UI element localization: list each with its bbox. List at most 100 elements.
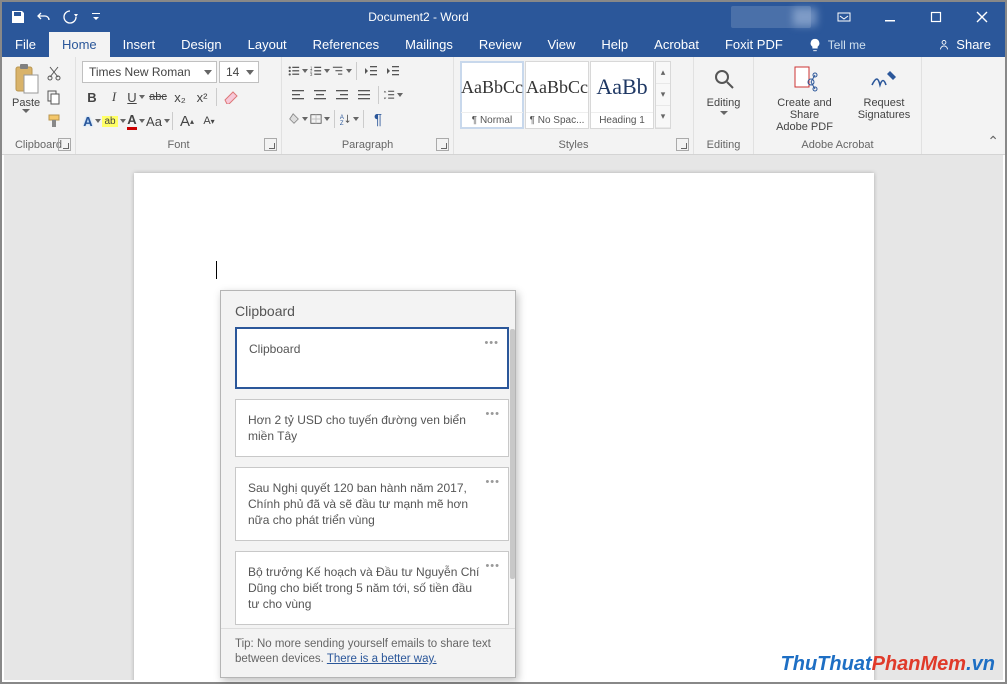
ribbon-tabs: File Home Insert Design Layout Reference… [2,32,1005,57]
create-share-pdf-button[interactable]: Create and Share Adobe PDF [760,61,849,135]
group-editing-label: Editing [700,137,747,154]
clipboard-item[interactable]: Clipboard ••• [235,327,509,389]
user-badge[interactable] [731,6,811,28]
group-font: Times New Roman 14 B I U abc x₂ x² A ab … [76,57,282,154]
ribbon-options-icon[interactable] [821,2,867,32]
decrease-indent-button[interactable] [361,61,381,81]
group-styles: AaBbCc ¶ Normal AaBbCc ¶ No Spac... AaBb… [454,57,694,154]
text-effects-button[interactable]: A [82,111,102,131]
justify-button[interactable] [354,85,374,105]
tab-file[interactable]: File [2,32,49,57]
font-size-combo[interactable]: 14 [219,61,259,83]
quick-access-toolbar [2,7,106,27]
qat-customize-icon[interactable] [86,7,106,27]
redo-icon[interactable] [60,7,80,27]
tellme-search[interactable]: Tell me [796,32,878,57]
tab-references[interactable]: References [300,32,392,57]
cut-button[interactable] [44,63,64,83]
maximize-icon[interactable] [913,2,959,32]
tab-mailings[interactable]: Mailings [392,32,466,57]
clipboard-launcher[interactable] [58,138,71,151]
group-acrobat-label: Adobe Acrobat [760,137,915,154]
show-marks-button[interactable]: ¶ [368,109,388,129]
clipboard-tip: Tip: No more sending yourself emails to … [221,628,515,677]
highlight-button[interactable]: ab [104,111,124,131]
italic-button[interactable]: I [104,87,124,107]
tab-layout[interactable]: Layout [235,32,300,57]
undo-icon[interactable] [34,7,54,27]
group-paragraph: 123 AZ ¶ Parag [282,57,454,154]
align-center-button[interactable] [310,85,330,105]
editing-label: Editing [707,97,741,109]
font-name-combo[interactable]: Times New Roman [82,61,217,83]
font-launcher[interactable] [264,138,277,151]
tab-acrobat[interactable]: Acrobat [641,32,712,57]
styles-launcher[interactable] [676,138,689,151]
tab-home[interactable]: Home [49,32,110,57]
shrink-font-button[interactable]: A▾ [199,111,219,131]
clipboard-item[interactable]: Sau Nghị quyết 120 ban hành năm 2017, Ch… [235,467,509,541]
request-sig-label: Request Signatures [858,97,911,121]
align-right-button[interactable] [332,85,352,105]
tab-insert[interactable]: Insert [110,32,169,57]
clipboard-item[interactable]: Hơn 2 tỷ USD cho tuyến đường ven biển mi… [235,399,509,457]
svg-text:Z: Z [340,121,344,126]
paragraph-launcher[interactable] [436,138,449,151]
clipboard-list: Clipboard ••• Hơn 2 tỷ USD cho tuyến đườ… [221,327,515,628]
underline-button[interactable]: U [126,87,146,107]
strike-button[interactable]: abc [148,87,168,107]
style-heading1[interactable]: AaBb Heading 1 [590,61,654,129]
item-menu-icon[interactable]: ••• [485,406,500,422]
bullets-button[interactable] [288,61,308,81]
subscript-button[interactable]: x₂ [170,87,190,107]
ribbon: Paste Clipboard Times New Roman 14 B I U… [2,57,1005,155]
share-button[interactable]: Share [923,32,1005,57]
bold-button[interactable]: B [82,87,102,107]
item-menu-icon[interactable]: ••• [485,474,500,490]
numbering-button[interactable]: 123 [310,61,330,81]
clear-formatting-button[interactable] [221,87,241,107]
increase-indent-button[interactable] [383,61,403,81]
tab-help[interactable]: Help [588,32,641,57]
shading-button[interactable] [288,109,308,129]
titlebar: Document2 - Word [2,2,1005,32]
item-menu-icon[interactable]: ••• [484,335,499,351]
format-painter-button[interactable] [44,111,64,131]
group-acrobat: Create and Share Adobe PDF Request Signa… [754,57,922,154]
pdf-share-icon [791,65,819,93]
minimize-icon[interactable] [867,2,913,32]
editing-button[interactable]: Editing [700,61,747,118]
share-icon [937,38,951,52]
align-left-button[interactable] [288,85,308,105]
superscript-button[interactable]: x² [192,87,212,107]
window-title: Document2 - Word [106,10,731,24]
collapse-ribbon-icon[interactable]: ⌃ [987,133,999,150]
copy-button[interactable] [44,87,64,107]
tab-design[interactable]: Design [168,32,234,57]
grow-font-button[interactable]: A▴ [177,111,197,131]
style-normal[interactable]: AaBbCc ¶ Normal [460,61,524,129]
group-font-label: Font [82,137,275,154]
styles-gallery-more[interactable]: ▴▾▾ [655,61,671,129]
tip-link[interactable]: There is a better way. [327,653,437,665]
request-signatures-button[interactable]: Request Signatures [853,61,915,123]
change-case-button[interactable]: Aa [148,111,168,131]
line-spacing-button[interactable] [383,85,403,105]
svg-text:A: A [340,115,344,121]
tab-view[interactable]: View [534,32,588,57]
tab-review[interactable]: Review [466,32,535,57]
save-icon[interactable] [8,7,28,27]
multilevel-button[interactable] [332,61,352,81]
paste-button[interactable]: Paste [8,61,44,116]
group-styles-label: Styles [460,137,687,154]
svg-text:3: 3 [310,72,313,77]
sort-button[interactable]: AZ [339,109,359,129]
clipboard-item[interactable]: Bộ trưởng Kế hoạch và Đầu tư Nguyễn Chí … [235,551,509,625]
style-no-spacing[interactable]: AaBbCc ¶ No Spac... [525,61,589,129]
borders-button[interactable] [310,109,330,129]
close-icon[interactable] [959,2,1005,32]
font-color-button[interactable]: A [126,111,146,131]
scrollbar[interactable] [510,329,515,579]
item-menu-icon[interactable]: ••• [485,558,500,574]
tab-foxit[interactable]: Foxit PDF [712,32,796,57]
